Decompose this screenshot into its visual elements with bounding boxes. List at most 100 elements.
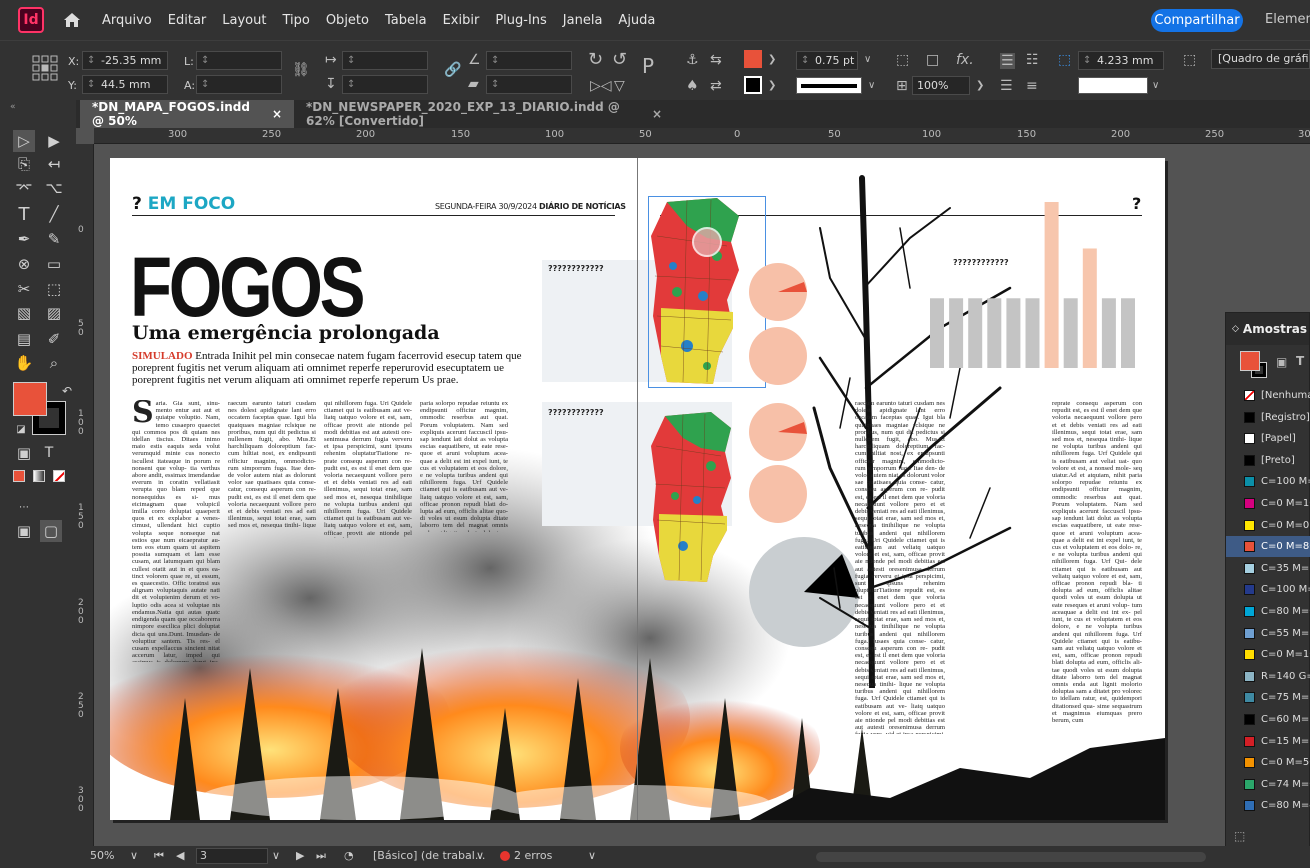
close-icon[interactable]: × [272, 107, 282, 121]
width-field[interactable] [196, 51, 282, 70]
swatch-row[interactable]: C=15 M=1 [1226, 731, 1310, 752]
swatch-row[interactable]: [Preto] [1226, 450, 1310, 471]
body-column-3[interactable]: qui nihillorem fuga. Uri Quidele ctiamet… [324, 400, 412, 538]
pen-tool-icon[interactable]: ✒ [13, 228, 35, 250]
swatch-row[interactable]: C=0 M=80 [1226, 536, 1310, 558]
tab-dn-mapa-fogos[interactable]: *DN_MAPA_FOGOS.indd @ 50% × [80, 100, 294, 128]
swatch-row[interactable]: C=100 M=0 [1226, 471, 1310, 492]
zoom-level[interactable]: 50% [90, 849, 114, 862]
collapse-panel-icon[interactable]: « [10, 102, 16, 112]
pencil-tool-icon[interactable]: ✎ [43, 228, 65, 250]
preview-mode-icon[interactable]: ▢ [40, 520, 62, 542]
direct-selection-tool-icon[interactable]: ▶ [43, 130, 65, 152]
rotate-field[interactable] [486, 51, 572, 70]
fill-dropdown-icon[interactable]: ❯ [768, 53, 776, 67]
page-tool-icon[interactable]: ⎘ [13, 153, 35, 175]
opacity-field[interactable]: 100% [912, 76, 970, 95]
pie-chart-4[interactable] [748, 464, 808, 524]
menu-layout[interactable]: Layout [222, 13, 266, 28]
select-next-icon[interactable]: ⇄ [710, 79, 722, 93]
gradient-feather-tool-icon[interactable]: ▨ [43, 302, 65, 324]
select-content-icon[interactable]: ⇆ [710, 53, 722, 67]
opacity-dropdown-icon[interactable]: ❯ [976, 79, 984, 93]
pie-chart-3[interactable] [748, 402, 808, 462]
first-page-icon[interactable]: ⏮ [154, 849, 164, 863]
free-transform-tool-icon[interactable]: ⬚ [43, 278, 65, 300]
gap-tool-icon[interactable]: ↤ [43, 153, 65, 175]
fill-color-swatch[interactable] [744, 50, 762, 68]
flip-horizontal-icon[interactable]: ▷◁ [590, 79, 612, 93]
profile-dropdown-icon[interactable]: ∨ [476, 849, 484, 862]
menu-tipo[interactable]: Tipo [282, 13, 309, 28]
rectangle-tool-icon[interactable]: ▭ [43, 253, 65, 275]
stroke-dropdown-icon[interactable]: ❯ [768, 79, 776, 93]
menu-ajuda[interactable]: Ajuda [618, 13, 655, 28]
body-column-6[interactable]: reprate consequ asperum con repudit est,… [1052, 400, 1142, 734]
panel-new-swatch-icon[interactable]: ⬚ [1234, 829, 1245, 843]
menu-plugins[interactable]: Plug-Ins [495, 13, 546, 28]
next-page-icon[interactable]: ▶ [296, 849, 304, 862]
screen-mode-icon[interactable]: ⋯ [13, 496, 35, 518]
column-rule-dropdown-icon[interactable]: ∨ [1152, 79, 1159, 93]
align-justify-icon[interactable]: ≡ [1026, 79, 1038, 93]
rotate-cw-icon[interactable]: ↻ [588, 51, 603, 69]
height-field[interactable] [196, 75, 282, 94]
rotate-ccw-icon[interactable]: ↺ [612, 51, 627, 69]
normal-mode-icon[interactable]: ▣ [13, 520, 35, 542]
menu-editar[interactable]: Editar [168, 13, 207, 28]
note-tool-icon[interactable]: ▤ [13, 328, 35, 350]
object-style-icon[interactable]: ⬚ [1183, 53, 1196, 67]
default-fill-stroke-icon[interactable]: ◪ [10, 418, 32, 440]
apply-none-icon[interactable] [53, 470, 65, 482]
swatch-row[interactable]: [Registro] [1226, 407, 1310, 428]
ellipse-frame-tool-icon[interactable]: ⊗ [13, 253, 35, 275]
subhead[interactable]: Uma emergência prolongada [132, 322, 440, 344]
reference-p-icon[interactable]: P [642, 56, 654, 76]
vertical-ruler[interactable]: 0 5 0 1 0 0 1 5 0 2 0 0 2 5 0 3 0 0 [76, 144, 94, 846]
swatch-row[interactable]: C=75 M=3 [1226, 687, 1310, 708]
constrain-scale-icon[interactable]: 🔗 [444, 63, 461, 77]
flip-vertical-icon[interactable]: ▽ [614, 79, 625, 93]
last-page-icon[interactable]: ⏭ [316, 849, 326, 863]
pie-chart-2[interactable] [748, 326, 808, 386]
swatches-panel-header[interactable]: ◇ Amostras [1226, 313, 1309, 345]
bar-chart[interactable] [930, 202, 1135, 368]
gradient-swatch-tool-icon[interactable]: ▧ [13, 302, 35, 324]
x-position-field[interactable]: -25.35 mm [82, 51, 168, 70]
swatch-row[interactable]: C=35 M=1 [1226, 558, 1310, 579]
swatch-row[interactable]: C=0 M=50 [1226, 752, 1310, 773]
object-style-field[interactable]: [Quadro de gráfico b [1211, 49, 1310, 69]
preflight-icon[interactable]: ◔ [344, 849, 354, 862]
horizontal-scrollbar[interactable] [816, 852, 1206, 862]
swatch-row[interactable]: C=0 M=100 [1226, 493, 1310, 514]
section-kicker[interactable]: ? EM FOCO [132, 194, 235, 214]
y-position-field[interactable]: 44.5 mm [82, 75, 168, 94]
share-button[interactable]: Compartilhar [1151, 9, 1243, 32]
stroke-type-dropdown-icon[interactable]: ∨ [868, 79, 875, 93]
pie-chart-1[interactable] [748, 262, 808, 322]
scale-y-field[interactable] [342, 75, 428, 94]
line-tool-icon[interactable]: ╱ [43, 203, 65, 225]
effects-fx-icon[interactable]: fx. [956, 53, 974, 67]
headline[interactable]: FOGOS [130, 245, 366, 329]
swatch-row[interactable]: C=55 M=1 [1226, 623, 1310, 644]
errors-dropdown-icon[interactable]: ∨ [588, 849, 596, 862]
align-center-icon[interactable]: ☰ [1000, 79, 1013, 93]
error-count[interactable]: 2 erros [500, 849, 552, 862]
panel-text-icon[interactable]: T [1296, 354, 1304, 368]
deck-text[interactable]: SIMULADO Entrada Inihit pel min consecae… [132, 350, 527, 386]
corner-options-icon[interactable]: ⬚ [896, 53, 909, 67]
scale-x-field[interactable] [342, 51, 428, 70]
portugal-fire-map-2[interactable] [647, 410, 757, 586]
hand-tool-icon[interactable]: ✋ [13, 352, 35, 374]
stroke-weight-field[interactable]: 0.75 pt [796, 51, 858, 70]
formatting-container-icon[interactable]: ▣ [13, 442, 35, 464]
select-previous-icon[interactable]: ♠ [686, 79, 699, 93]
stroke-color-swatch[interactable] [744, 76, 762, 94]
align-columns-icon[interactable]: ☷ [1026, 53, 1039, 67]
swatch-row[interactable]: C=0 M=10 [1226, 644, 1310, 665]
stroke-weight-dropdown-icon[interactable]: ∨ [864, 53, 871, 67]
previous-page-icon[interactable]: ◀ [176, 849, 184, 862]
zoom-dropdown-icon[interactable]: ∨ [130, 849, 138, 862]
preflight-profile[interactable]: [Básico] (de trabal... [373, 849, 485, 862]
